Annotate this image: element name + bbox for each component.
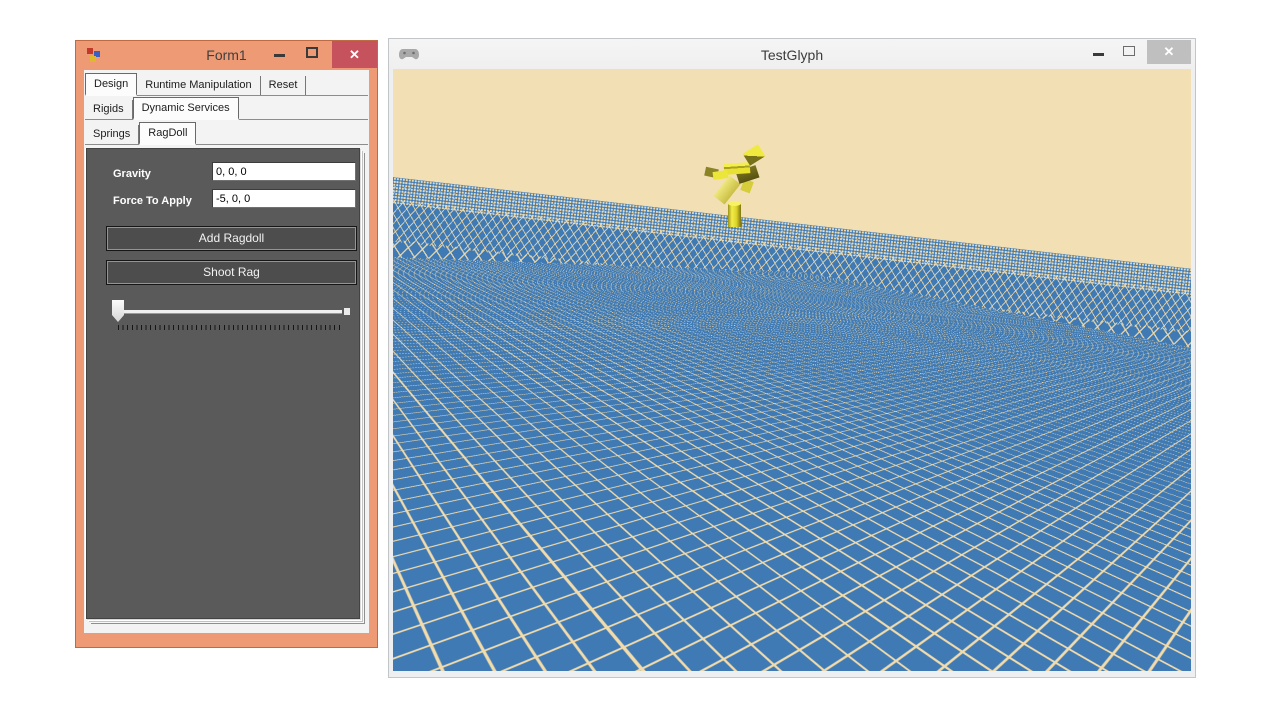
testglyph-window-title: TestGlyph xyxy=(389,47,1195,63)
force-to-apply-input[interactable] xyxy=(212,189,356,208)
form1-window: Form1 ✕ Design Runtime Manipulation Rese… xyxy=(75,40,378,648)
testglyph-window: TestGlyph ✕ xyxy=(388,38,1196,678)
trackbar-track[interactable] xyxy=(117,310,342,313)
form1-client-area: Design Runtime Manipulation Reset Rigids… xyxy=(84,70,369,633)
3d-viewport[interactable] xyxy=(393,69,1191,671)
scene-horizon-tilt xyxy=(393,69,1191,671)
tab-strip-top: Design Runtime Manipulation Reset xyxy=(85,73,368,96)
tab-strip-inner: Springs RagDoll xyxy=(85,122,368,145)
tab-ragdoll[interactable]: RagDoll xyxy=(139,122,196,145)
testglyph-close-button[interactable]: ✕ xyxy=(1147,40,1191,64)
shoot-rag-button[interactable]: Shoot Rag xyxy=(106,260,357,285)
add-ragdoll-button[interactable]: Add Ragdoll xyxy=(106,226,357,251)
form1-maximize-button[interactable] xyxy=(299,41,325,67)
form1-minimize-button[interactable] xyxy=(267,41,293,67)
tab-springs[interactable]: Springs xyxy=(85,125,139,144)
tab-design[interactable]: Design xyxy=(85,73,137,96)
tab-dynamic-services[interactable]: Dynamic Services xyxy=(133,97,239,120)
maximize-icon xyxy=(306,47,318,58)
form1-titlebar[interactable]: Form1 ✕ xyxy=(76,41,377,69)
gravity-input[interactable] xyxy=(212,162,356,181)
trackbar-thumb[interactable] xyxy=(112,300,124,322)
tab-rigids[interactable]: Rigids xyxy=(85,100,133,119)
form1-close-button[interactable]: ✕ xyxy=(332,41,377,68)
testglyph-minimize-button[interactable] xyxy=(1087,39,1111,65)
minimize-icon xyxy=(274,54,285,57)
gravity-label: Gravity xyxy=(113,168,151,180)
testglyph-titlebar[interactable]: TestGlyph ✕ xyxy=(389,39,1195,69)
ragdoll-settings-panel: Gravity Force To Apply Add Ragdoll Shoot… xyxy=(86,148,360,619)
minimize-icon xyxy=(1093,53,1104,56)
tab-reset[interactable]: Reset xyxy=(261,76,307,95)
testglyph-maximize-button[interactable] xyxy=(1117,39,1141,65)
maximize-icon xyxy=(1123,46,1135,56)
trackbar-end-cap xyxy=(344,308,350,315)
trackbar-ticks xyxy=(118,325,342,330)
tab-runtime-manipulation[interactable]: Runtime Manipulation xyxy=(137,76,260,95)
force-to-apply-label: Force To Apply xyxy=(113,195,192,207)
force-trackbar[interactable] xyxy=(106,299,346,331)
checkered-floor xyxy=(393,161,1191,671)
tab-strip-middle: Rigids Dynamic Services xyxy=(85,97,368,120)
